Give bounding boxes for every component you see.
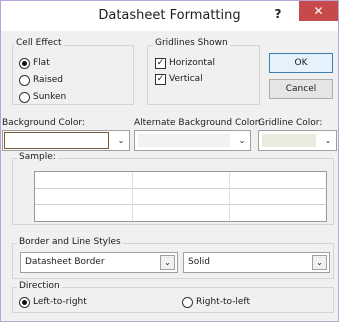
sunken-radio[interactable] bbox=[19, 92, 30, 103]
border-select-value: Datasheet Border bbox=[25, 257, 105, 267]
chevron-down-icon[interactable]: ⌄ bbox=[113, 131, 129, 150]
raised-radio[interactable] bbox=[19, 75, 30, 86]
sample-gridline bbox=[229, 172, 230, 221]
gridlines-label: Gridlines Shown bbox=[153, 38, 230, 48]
sample-gridline bbox=[35, 204, 326, 205]
horizontal-label[interactable]: Horizontal bbox=[169, 58, 215, 68]
border-select[interactable]: Datasheet Border ⌄ bbox=[20, 252, 178, 273]
chevron-down-icon[interactable]: ⌄ bbox=[234, 131, 250, 150]
background-color-picker[interactable]: ⌄ bbox=[2, 130, 130, 151]
direction-label: Direction bbox=[17, 281, 62, 291]
right-to-left-radio[interactable] bbox=[182, 297, 193, 308]
background-color-label: Background Color: bbox=[2, 118, 85, 128]
vertical-checkbox[interactable]: ✓ bbox=[155, 74, 166, 85]
gridline-color-picker[interactable]: ⌄ bbox=[258, 130, 337, 151]
ok-button[interactable]: OK bbox=[269, 53, 333, 73]
line-style-select-value: Solid bbox=[188, 257, 210, 267]
raised-label[interactable]: Raised bbox=[33, 75, 63, 85]
title-bar: Datasheet Formatting ? ✕ bbox=[1, 1, 338, 31]
alternate-background-color-picker[interactable]: ⌄ bbox=[134, 130, 251, 151]
dialog-title: Datasheet Formatting bbox=[98, 8, 241, 23]
cancel-button[interactable]: Cancel bbox=[269, 79, 333, 99]
sample-label: Sample: bbox=[17, 152, 58, 162]
sample-preview bbox=[34, 171, 327, 222]
sample-gridline bbox=[35, 188, 326, 189]
cell-effect-label: Cell Effect bbox=[14, 38, 64, 48]
flat-label[interactable]: Flat bbox=[33, 58, 50, 68]
background-color-swatch bbox=[4, 132, 109, 149]
help-button[interactable]: ? bbox=[269, 5, 287, 23]
chevron-down-icon[interactable]: ⌄ bbox=[320, 131, 336, 150]
datasheet-formatting-dialog: Datasheet Formatting ? ✕ Cell Effect Fla… bbox=[0, 0, 339, 322]
chevron-down-icon[interactable]: ⌄ bbox=[160, 255, 175, 270]
chevron-down-icon[interactable]: ⌄ bbox=[312, 255, 327, 270]
close-button[interactable]: ✕ bbox=[299, 1, 338, 21]
vertical-label[interactable]: Vertical bbox=[169, 74, 203, 84]
gridline-color-swatch bbox=[262, 134, 316, 147]
right-to-left-label[interactable]: Right-to-left bbox=[196, 297, 250, 307]
sunken-label[interactable]: Sunken bbox=[33, 92, 66, 102]
sample-gridline bbox=[132, 172, 133, 221]
alternate-color-swatch bbox=[138, 134, 230, 147]
line-style-select[interactable]: Solid ⌄ bbox=[183, 252, 330, 273]
flat-radio[interactable] bbox=[19, 58, 30, 69]
border-line-styles-label: Border and Line Styles bbox=[17, 237, 123, 247]
gridline-color-label: Gridline Color: bbox=[258, 118, 323, 128]
cell-effect-group bbox=[12, 45, 134, 105]
left-to-right-label[interactable]: Left-to-right bbox=[33, 297, 87, 307]
alternate-background-color-label: Alternate Background Color: bbox=[134, 118, 262, 128]
left-to-right-radio[interactable] bbox=[19, 297, 30, 308]
horizontal-checkbox[interactable]: ✓ bbox=[155, 58, 166, 69]
